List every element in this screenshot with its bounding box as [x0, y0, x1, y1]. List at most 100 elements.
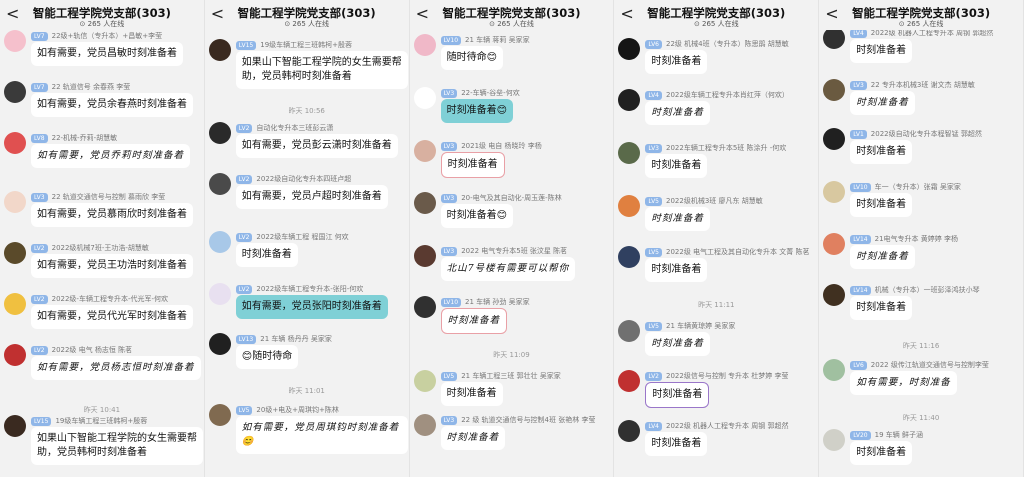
avatar[interactable]	[823, 284, 846, 306]
sender-name: 21 车辆 杨丹丹 吴家家	[260, 335, 332, 343]
message-bubble[interactable]: 时刻准备着	[645, 101, 710, 125]
message-bubble[interactable]: 时刻准备着	[645, 432, 708, 456]
avatar[interactable]	[823, 429, 846, 451]
sender-name: 2022级 机器人工程专升本 周钢 郭超然	[666, 422, 789, 430]
avatar[interactable]	[4, 293, 26, 315]
message-bubble[interactable]: 时刻准备着	[440, 382, 503, 406]
level-badge: LV2	[235, 174, 253, 184]
message-bubble[interactable]: 时刻准备着	[645, 258, 708, 282]
message-bubble[interactable]: 如有需要，党员张阳时刻准备着	[235, 295, 388, 319]
sender-meta: LV3 22-车辆-谷垒-何欢	[440, 88, 520, 98]
chat-header: < 智能工程学院党支部(303) ⊙ 265 人在线	[0, 0, 204, 30]
message-bubble[interactable]: 😊随时待命	[235, 345, 299, 369]
message-bubble[interactable]: 如有需要，党员慕雨欣时刻准备着	[31, 203, 193, 227]
avatar[interactable]	[208, 283, 231, 305]
message-bubble[interactable]: 如有需要，党员昌敏时刻准备着	[31, 42, 183, 66]
avatar[interactable]	[618, 142, 641, 164]
avatar[interactable]	[823, 181, 846, 203]
message-list[interactable]: LV15 19级车辆工程三班韩柯+殷蓉 如果山下智能工程学院的女生需要帮助，党员…	[205, 30, 409, 477]
message-bubble[interactable]: 如有需要，党员乔莉时刻准备着	[31, 144, 191, 168]
message-bubble[interactable]: 北山7号楼有需要可以帮你	[440, 257, 576, 281]
avatar[interactable]	[4, 344, 26, 366]
message-list[interactable]: LV10 21 车辆 蒋莉 吴家家 随时待命😊 LV3 22-车辆-谷垒-何欢 …	[410, 30, 614, 477]
avatar[interactable]	[618, 320, 641, 342]
message-bubble[interactable]: 时刻准备着	[850, 91, 915, 115]
message-list[interactable]: LV4 2022级 机器人工程专升本 周钢 郭超然 时刻准备着 LV3 22 专…	[819, 27, 1023, 477]
level-badge: LV3	[440, 246, 458, 256]
message-bubble[interactable]: 时刻准备着	[440, 152, 505, 178]
level-badge: LV3	[440, 193, 458, 203]
message-bubble[interactable]: 如有需要，党员杨志恒时刻准备着	[31, 356, 201, 380]
message-bubble[interactable]: 如有需要，党员代光军时刻准备着	[31, 305, 193, 329]
avatar[interactable]	[4, 81, 26, 103]
avatar[interactable]	[208, 173, 231, 195]
message-bubble[interactable]: 时刻准备着	[850, 441, 913, 465]
message-bubble[interactable]: 时刻准备着😊	[440, 99, 514, 123]
message-bubble[interactable]: 时刻准备着	[850, 296, 913, 320]
message-bubble[interactable]: 时刻准备着	[440, 308, 508, 334]
avatar[interactable]	[4, 191, 26, 213]
avatar[interactable]	[618, 246, 641, 268]
avatar[interactable]	[618, 38, 641, 60]
avatar[interactable]	[618, 89, 641, 111]
avatar[interactable]	[823, 79, 846, 101]
message-list[interactable]: LV7 22级+轨信（专升本）+昌敏+李莹 如有需要，党员昌敏时刻准备着 LV7…	[0, 30, 204, 477]
message-bubble[interactable]: 如果山下智能工程学院的女生需要帮助，党员韩柯时刻准备着	[235, 51, 408, 89]
message-bubble[interactable]: 时刻准备着	[645, 332, 710, 356]
avatar[interactable]	[823, 128, 846, 150]
avatar[interactable]	[823, 27, 846, 49]
message-bubble[interactable]: 如果山下智能工程学院的女生需要帮助，党员韩柯时刻准备着	[31, 427, 203, 465]
message-bubble[interactable]: 如有需要，党员彭云潇时刻准备着	[235, 134, 398, 158]
online-count: ⊙ 265 人在线	[898, 20, 944, 28]
message-bubble[interactable]: 如有需要，党员卢超时刻准备着	[235, 185, 388, 209]
level-badge: LV15	[235, 40, 257, 50]
avatar[interactable]	[413, 296, 436, 318]
message-bubble[interactable]: 随时待命😊	[440, 46, 504, 70]
avatar[interactable]	[413, 87, 436, 109]
avatar[interactable]	[4, 242, 26, 264]
level-badge: LV20	[850, 430, 871, 440]
avatar[interactable]	[618, 195, 641, 217]
level-badge: LV3	[440, 88, 458, 98]
level-badge: LV10	[440, 35, 462, 45]
message-bubble[interactable]: 如有需要，党员余春燕时刻准备着	[31, 93, 193, 117]
avatar[interactable]	[413, 34, 436, 56]
avatar[interactable]	[413, 245, 436, 267]
avatar[interactable]	[4, 132, 26, 154]
message-bubble[interactable]: 如有需要，党员王功浩时刻准备着	[31, 254, 193, 278]
sender-meta: LV2 自动化专升本三班彭云潇	[235, 123, 333, 133]
avatar[interactable]	[4, 415, 26, 437]
message-bubble[interactable]: 时刻准备着	[850, 140, 913, 164]
message-bubble[interactable]: 时刻准备着	[850, 39, 913, 63]
avatar[interactable]	[413, 414, 436, 436]
avatar[interactable]	[208, 122, 231, 144]
avatar[interactable]	[4, 30, 26, 52]
avatar[interactable]	[823, 359, 846, 381]
avatar[interactable]	[413, 370, 436, 392]
message-bubble[interactable]: 时刻准备着	[440, 426, 506, 450]
message-bubble[interactable]: 如有需要，党员周琪钧时刻准备着😊	[235, 416, 408, 454]
message-bubble[interactable]: 时刻准备着	[850, 193, 913, 217]
message-bubble[interactable]: 时刻准备着	[645, 207, 710, 231]
message-list[interactable]: LV6 22级 机械4班（专升本）陈思鹃 胡慧敏 时刻准备着 LV4 2022级…	[614, 30, 818, 477]
message-bubble[interactable]: 时刻准备着	[645, 50, 708, 74]
level-badge: LV3	[440, 415, 458, 425]
message-bubble[interactable]: 时刻准备着	[235, 243, 298, 267]
avatar[interactable]	[208, 404, 231, 426]
level-badge: LV2	[31, 345, 48, 355]
avatar[interactable]	[208, 333, 231, 355]
message-bubble[interactable]: 时刻准备着	[645, 154, 708, 178]
message-bubble[interactable]: 时刻准备着😊	[440, 204, 514, 228]
avatar[interactable]	[413, 140, 436, 162]
avatar[interactable]	[208, 231, 231, 253]
message-bubble[interactable]: 时刻准备着	[850, 245, 915, 269]
message-bubble[interactable]: 时刻准备着	[645, 382, 710, 408]
avatar[interactable]	[413, 192, 436, 214]
avatar[interactable]	[208, 39, 231, 61]
avatar[interactable]	[618, 420, 641, 442]
avatar[interactable]	[823, 233, 846, 255]
message-bubble[interactable]: 如有需要，时刻准备	[850, 371, 957, 395]
avatar[interactable]	[618, 370, 641, 392]
sender-meta: LV20 19 车辆 鲜子涵	[850, 430, 923, 440]
sender-meta: LV3 20-电气及其自动化-周玉莲-陈林	[440, 193, 562, 203]
